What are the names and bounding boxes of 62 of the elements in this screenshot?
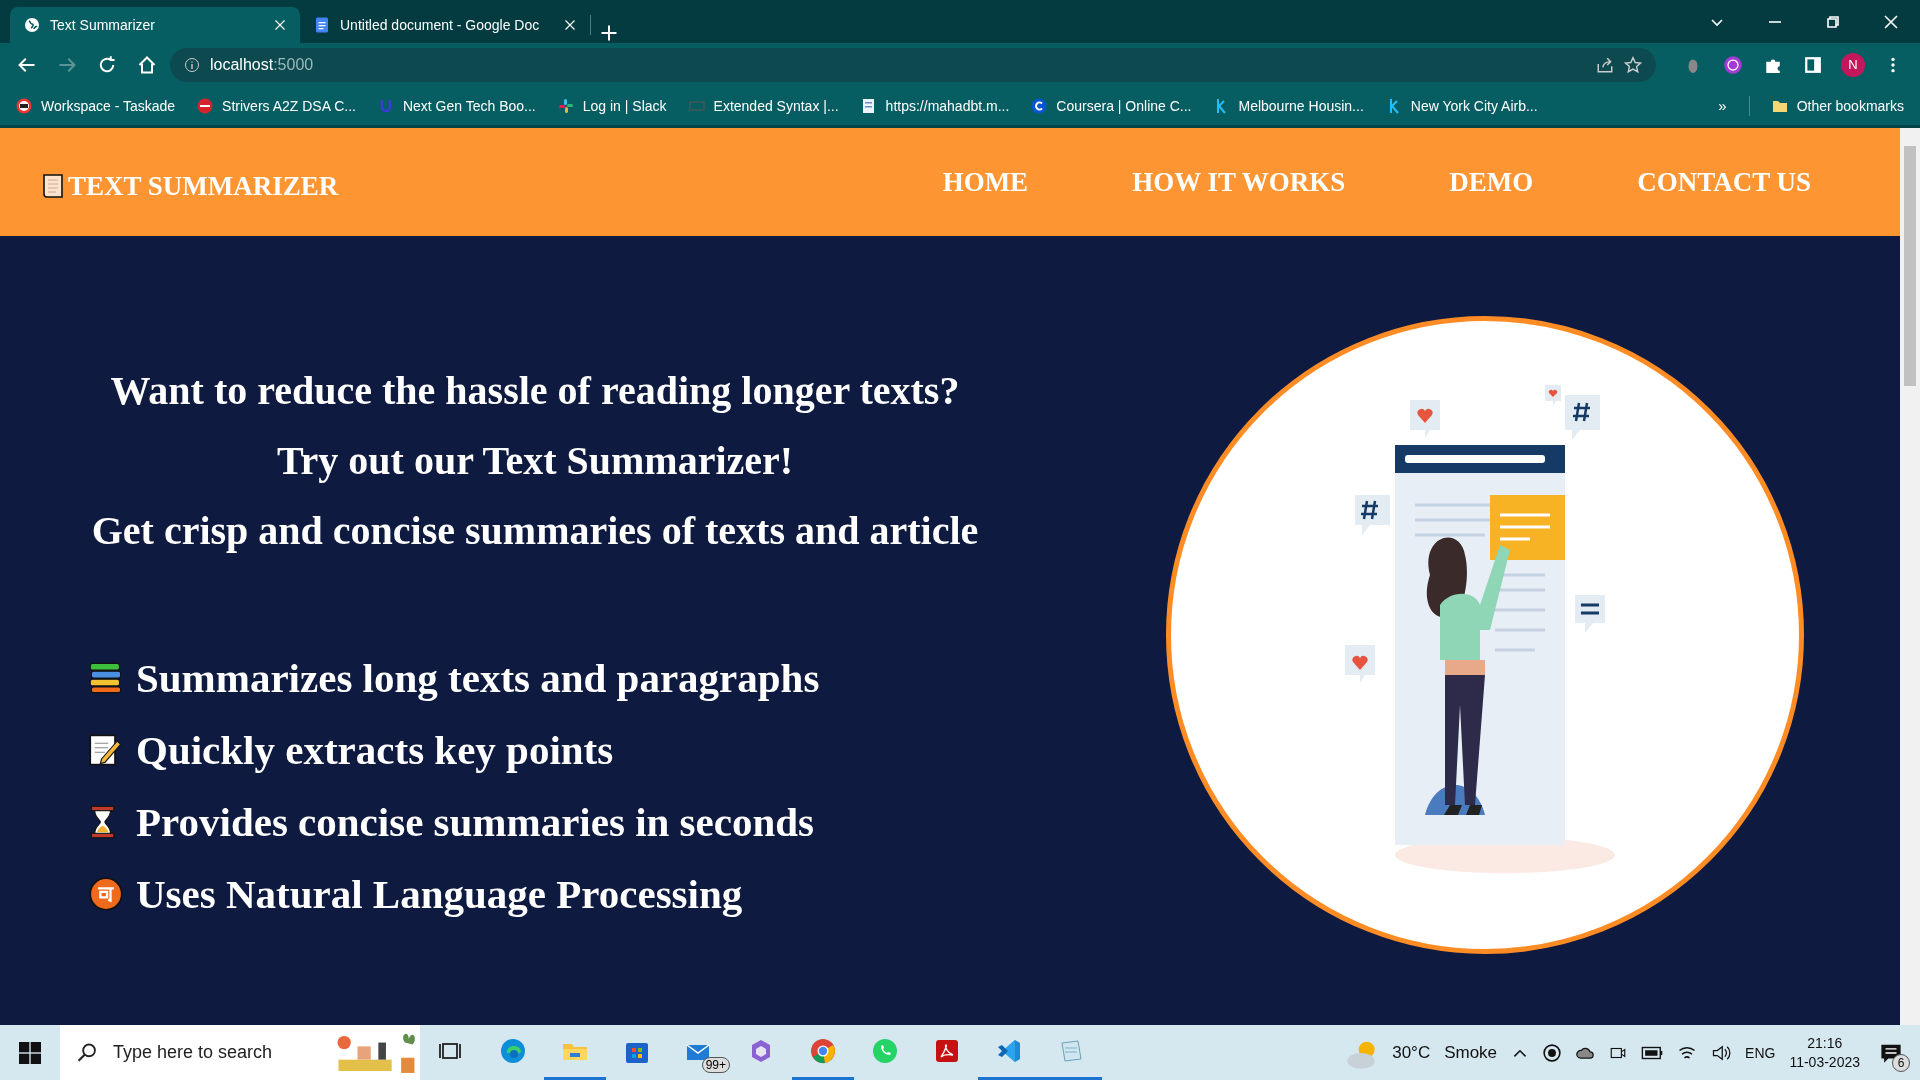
scrollbar[interactable]	[1900, 128, 1920, 1025]
temperature[interactable]: 30°C	[1392, 1042, 1431, 1063]
address-bar[interactable]: localhost:5000	[170, 47, 1656, 82]
bookmark-favicon-icon	[16, 97, 32, 114]
close-icon[interactable]	[274, 19, 286, 31]
profile-avatar[interactable]: N	[1841, 52, 1865, 77]
bookmark-favicon-icon	[860, 97, 877, 114]
books-icon	[88, 660, 124, 696]
feature-text: Summarizes long texts and paragraphs	[136, 657, 820, 699]
more-bookmarks-button[interactable]: »	[1718, 97, 1727, 114]
bookmark-link[interactable]: Strivers A2Z DSA C...	[222, 97, 356, 114]
bookmark-link[interactable]: New York City Airb...	[1410, 97, 1538, 114]
scroll-icon	[40, 173, 66, 199]
star-icon[interactable]	[1624, 55, 1642, 74]
wave-logo-icon[interactable]	[499, 1037, 527, 1065]
search-input[interactable]: Type here to search	[110, 1041, 315, 1064]
share-icon[interactable]	[1596, 55, 1614, 74]
clock-time[interactable]: 21:16	[1807, 1035, 1843, 1051]
circle-logo-icon[interactable]	[809, 1037, 837, 1065]
browser-tab[interactable]: Untitled document - Google Doc	[300, 7, 590, 43]
unread-count-badge: 99+	[701, 1057, 730, 1073]
document-icon	[314, 17, 330, 33]
hero-heading: Get crisp and concise summaries of texts and article	[91, 510, 979, 552]
info-icon	[184, 56, 200, 73]
document-logo-icon[interactable]	[933, 1037, 961, 1065]
restore-icon[interactable]	[1825, 13, 1841, 30]
feature-text: Uses Natural Language Processing	[136, 873, 743, 915]
bookmark-link[interactable]: Workspace - Taskade	[41, 97, 176, 114]
bookmark-link[interactable]: Next Gen Tech Boo...	[402, 97, 536, 114]
bookmark-favicon-icon	[1031, 97, 1048, 114]
record-icon[interactable]	[1543, 1043, 1562, 1062]
taskbar-app-button[interactable]: 99+	[668, 1025, 730, 1080]
side-panel-icon[interactable]	[1804, 55, 1822, 74]
search-icon	[76, 1041, 97, 1064]
new-tab-icon[interactable]	[599, 23, 619, 43]
hero-heading: Try out our Text Summarizer!	[276, 440, 794, 482]
input-language[interactable]: ENG	[1745, 1044, 1776, 1061]
hero-heading: Want to reduce the hassle of reading longer texts?	[110, 370, 960, 412]
extension-icon[interactable]	[1723, 54, 1743, 75]
bookmark-folder[interactable]: Other bookmarks	[1796, 97, 1904, 114]
badge-icon	[88, 876, 124, 912]
bookmark-favicon-icon	[197, 97, 214, 114]
globe-icon	[24, 17, 40, 33]
notifications-button[interactable]: 6	[1874, 1035, 1908, 1070]
memo-icon	[88, 732, 124, 768]
weather-condition[interactable]: Smoke	[1444, 1042, 1498, 1063]
bookmark-favicon-icon	[557, 97, 574, 114]
browser-tab[interactable]: Text Summarizer	[10, 7, 300, 43]
reload-icon[interactable]	[97, 54, 117, 75]
close-icon[interactable]	[1883, 13, 1899, 30]
bookmark-link[interactable]: Melbourne Housin...	[1238, 97, 1364, 114]
bookmark-link[interactable]: https://mahadbt.m...	[885, 97, 1010, 114]
bookmark-link[interactable]: Log in | Slack	[582, 97, 667, 114]
feature-text: Provides concise summaries in seconds	[136, 801, 814, 843]
taskbar-search-box[interactable]: Type here to search	[60, 1025, 420, 1080]
bookmark-link[interactable]: Coursera | Online C...	[1056, 97, 1192, 114]
close-icon[interactable]	[564, 19, 576, 31]
bookmark-link[interactable]: Extended Syntax |...	[713, 97, 839, 114]
clock-date[interactable]: 11-03-2023	[1789, 1054, 1860, 1070]
windows-start-icon[interactable]	[19, 1041, 41, 1064]
feature-text: Quickly extracts key points	[136, 729, 614, 771]
home-icon[interactable]	[137, 54, 157, 75]
